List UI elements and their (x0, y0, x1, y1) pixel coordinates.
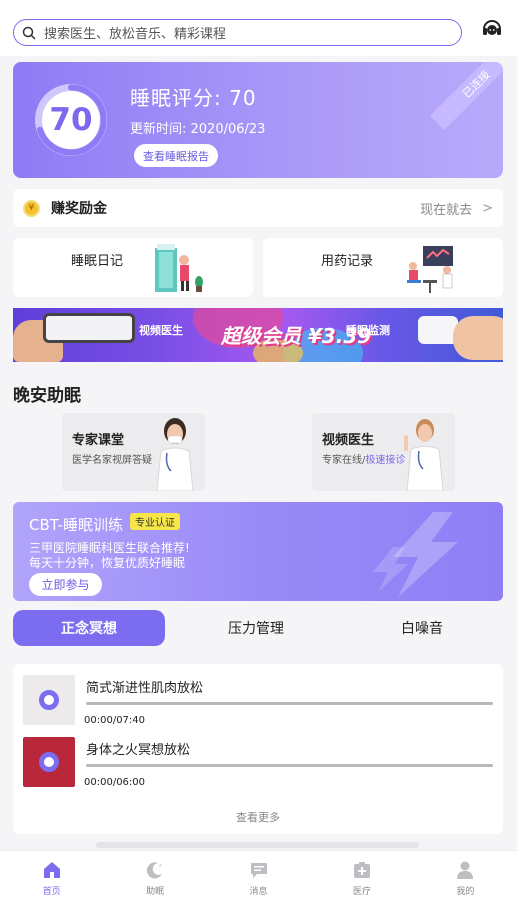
door-illustration-icon (155, 244, 203, 292)
profile-icon (457, 861, 474, 879)
join-now-button[interactable]: 立即参与 (29, 573, 102, 596)
search-placeholder: 搜索医生、放松音乐、精彩课程 (44, 27, 227, 42)
doctor-illustration-icon (407, 246, 453, 293)
track-list: 简式渐进性肌肉放松 00:00/07:40 身体之火冥想放松 00:00/06:… (13, 664, 503, 834)
track-thumbnail[interactable] (23, 737, 75, 787)
phone-image (43, 313, 135, 343)
search-icon (22, 26, 36, 40)
view-report-button[interactable]: 查看睡眠报告 (134, 144, 218, 167)
track-time: 00:00/06:00 (84, 777, 146, 788)
reward-row[interactable]: ¥ 赚奖励金 现在就去 > (13, 189, 503, 227)
tabbar-medical-label: 医疗 (352, 887, 371, 897)
cbt-title: CBT-睡眠训练 (29, 516, 123, 534)
moon-icon: z (146, 862, 163, 879)
tabbar-messages-label: 消息 (249, 887, 268, 897)
tab-white-noise[interactable]: 白噪音 (346, 610, 498, 646)
video-doctor-subtitle: 专家在线/极速接诊 (322, 451, 405, 466)
medication-record-label: 用药记录 (321, 254, 374, 269)
scroll-indicator (96, 842, 419, 848)
medication-record-tile[interactable]: 用药记录 (263, 238, 503, 297)
play-disc-icon (39, 690, 59, 710)
svg-text:z: z (159, 863, 162, 869)
banner-right-caption: 睡眠监测 (346, 324, 390, 337)
medical-icon (353, 862, 370, 878)
hand-image (453, 316, 503, 360)
female-doctor-image (404, 419, 444, 491)
tabbar-home[interactable]: 首页 (0, 851, 103, 900)
bottom-tab-bar: 首页 z 助眠 消息 医疗 我的 (0, 850, 517, 900)
tab-stress-management[interactable]: 压力管理 (180, 610, 332, 646)
coin-icon: ¥ (23, 199, 40, 217)
video-doctor-card[interactable]: 视频医生 专家在线/极速接诊 (312, 413, 455, 491)
cbt-certified-badge: 专业认证 (130, 513, 180, 530)
sleep-diary-label: 睡眠日记 (71, 254, 124, 269)
tab-mindfulness[interactable]: 正念冥想 (13, 610, 165, 646)
promo-banner[interactable]: 视频医生 超级会员 ¥3.39 睡眠监测 (13, 308, 503, 362)
chevron-right-icon: > (482, 200, 493, 216)
track-time: 00:00/07:40 (84, 715, 146, 726)
play-disc-icon (39, 752, 59, 772)
customer-service-icon[interactable] (480, 17, 504, 41)
track-progress-bar[interactable] (86, 764, 493, 767)
tabbar-sleep-aid-label: 助眠 (146, 887, 165, 897)
expert-class-subtitle: 医学名家视屏答疑 (72, 455, 152, 466)
tabbar-sleep-aid[interactable]: z 助眠 (103, 851, 206, 900)
reward-label: 赚奖励金 (51, 201, 107, 217)
sleep-diary-tile[interactable]: 睡眠日记 (13, 238, 253, 297)
tabbar-profile-label: 我的 (456, 887, 475, 897)
tabbar-messages[interactable]: 消息 (207, 851, 310, 900)
cbt-description-line2: 每天十分钟，恢复优质好睡眠 (29, 556, 186, 570)
track-thumbnail[interactable] (23, 675, 75, 725)
track-progress-bar[interactable] (86, 702, 493, 705)
reward-action[interactable]: 现在就去 (420, 199, 472, 218)
message-icon (250, 863, 267, 878)
sleep-score-title: 睡眠评分: 70 (130, 86, 257, 110)
home-icon (43, 862, 60, 878)
expert-class-card[interactable]: 专家课堂 医学名家视屏答疑 (62, 413, 205, 491)
female-doctor-image (156, 418, 194, 491)
view-more-link[interactable]: 查看更多 (13, 809, 503, 825)
video-doctor-subtitle-text: 专家在线/ (322, 455, 366, 466)
tabbar-home-label: 首页 (42, 887, 61, 897)
sleep-score-value: 70 (49, 102, 93, 138)
tabbar-profile[interactable]: 我的 (414, 851, 517, 900)
sleep-score-updated: 更新时间: 2020/06/23 (130, 122, 266, 137)
track-title[interactable]: 身体之火冥想放松 (86, 739, 190, 758)
sleep-score-card[interactable]: 70 睡眠评分: 70 更新时间: 2020/06/23 查看睡眠报告 已连接 (13, 62, 503, 178)
video-doctor-subtitle-highlight: 极速接诊 (365, 455, 406, 466)
connection-status-badge: 已连接 (430, 62, 503, 130)
track-title[interactable]: 简式渐进性肌肉放松 (86, 677, 203, 696)
cbt-training-card[interactable]: CBT-睡眠训练 专业认证 三甲医院睡眠科医生联合推荐! 每天十分钟，恢复优质好… (13, 502, 503, 601)
top-bar: 搜索医生、放松音乐、精彩课程 (0, 0, 517, 56)
section-title-good-night: 晚安助眠 (13, 386, 81, 406)
search-input[interactable]: 搜索医生、放松音乐、精彩课程 (13, 19, 462, 46)
connection-status-text: 已连接 (460, 68, 493, 101)
tabbar-medical[interactable]: 医疗 (310, 851, 413, 900)
sleep-monitor-device-image (418, 316, 458, 344)
expert-class-title: 专家课堂 (72, 433, 125, 448)
lightning-icon (373, 512, 458, 597)
video-doctor-title: 视频医生 (322, 433, 375, 448)
banner-left-caption: 视频医生 (139, 324, 183, 337)
